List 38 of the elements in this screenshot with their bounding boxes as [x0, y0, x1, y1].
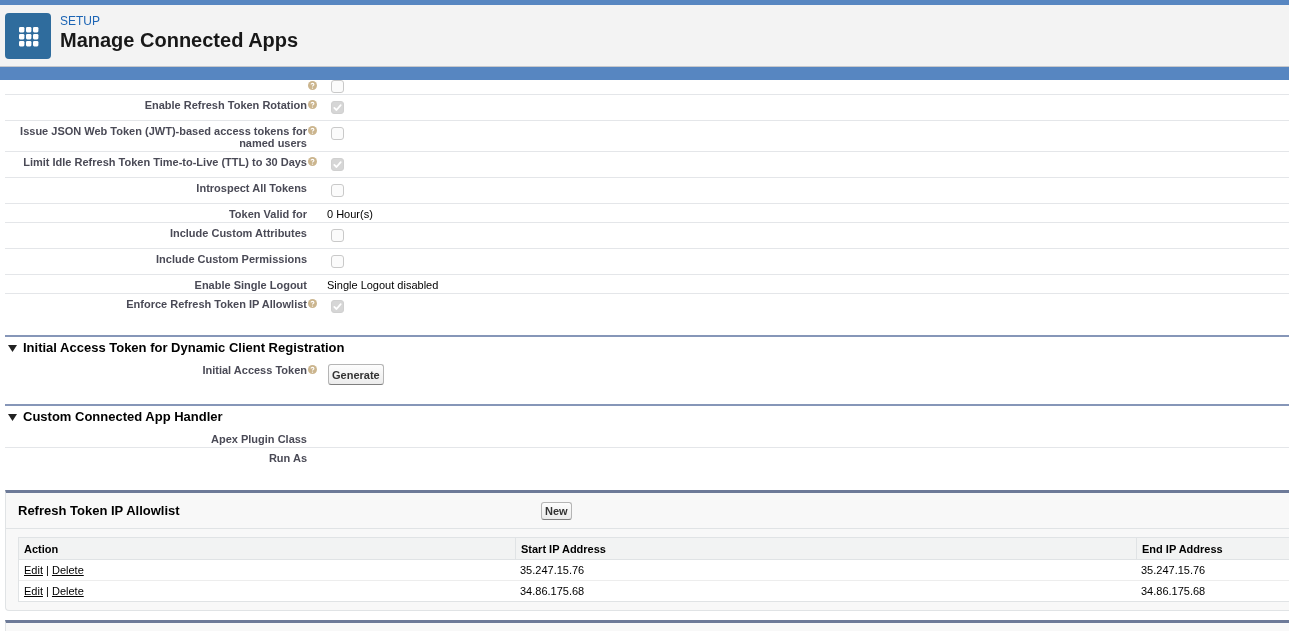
eyebrow-text: SETUP [60, 14, 100, 28]
field-value: 0 Hour(s) [327, 208, 373, 220]
field-label: Token Valid for [228, 208, 307, 220]
page-title: Manage Connected Apps [60, 28, 299, 52]
delete-link[interactable]: Delete [51, 564, 84, 576]
table-cell: 35.247.15.76 [1141, 564, 1206, 576]
field-label: Include Custom Permissions [156, 253, 307, 265]
edit-link[interactable]: Edit [24, 564, 43, 576]
delete-link[interactable]: Delete [51, 585, 84, 597]
related-list-title: Refresh Token IP Allowlist [18, 502, 180, 519]
action-separator: | [46, 564, 49, 576]
field-label: Introspect All Tokens [196, 182, 307, 194]
field-value: Single Logout disabled [327, 279, 439, 291]
field-label: Issue JSON Web Token (JWT)-based access tokens for named users [19, 125, 307, 149]
edit-link[interactable]: Edit [24, 585, 43, 597]
help-icon[interactable] [308, 365, 317, 374]
generate-button[interactable]: Generate [328, 364, 384, 385]
column-header: End IP Address [1142, 543, 1223, 555]
table-cell: 34.86.175.68 [520, 585, 585, 597]
field-label: Enforce Refresh Token IP Allowlist [126, 298, 307, 310]
field-label: Enable Single Logout [194, 279, 307, 291]
field-label: Enable Refresh Token Rotation [144, 99, 307, 111]
grid-icon [5, 13, 51, 59]
column-header: Start IP Address [521, 543, 606, 555]
section-heading[interactable]: Initial Access Token for Dynamic Client Registration [23, 340, 345, 356]
field-label: Run As [268, 452, 307, 464]
field-label: Include Custom Attributes [169, 227, 307, 239]
section-heading[interactable]: Custom Connected App Handler [23, 409, 223, 425]
column-header: Action [24, 543, 59, 555]
field-label: Apex Plugin Class [211, 433, 307, 445]
field-label: Initial Access Token [202, 364, 307, 376]
action-separator: | [46, 585, 49, 597]
caret-down-icon[interactable] [8, 344, 17, 352]
table-cell: 35.247.15.76 [520, 564, 585, 576]
caret-down-icon[interactable] [8, 413, 17, 421]
table-cell: 34.86.175.68 [1141, 585, 1206, 597]
new-button[interactable]: New [541, 501, 572, 520]
field-label: Limit Idle Refresh Token Time-to-Live (TTL) to 30 Days [23, 156, 307, 168]
